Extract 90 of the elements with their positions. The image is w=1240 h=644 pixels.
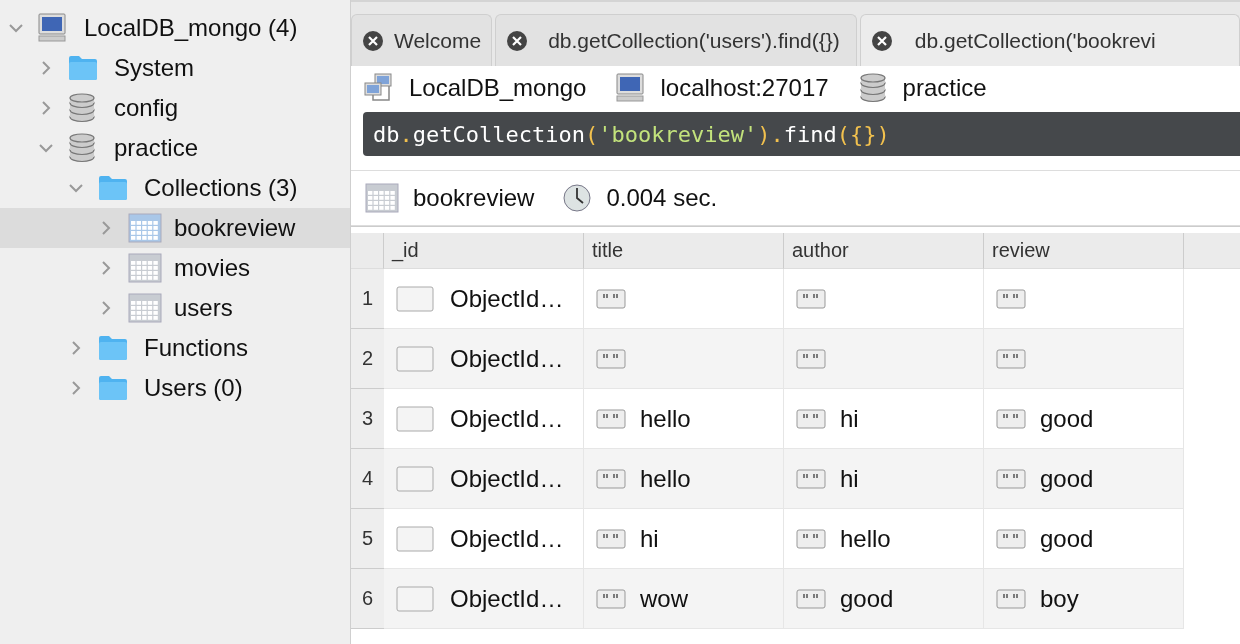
quote-icon: [596, 408, 626, 429]
table-cell: ObjectId…: [384, 449, 584, 509]
row-number: 6: [351, 569, 384, 629]
tree-item[interactable]: config: [0, 88, 350, 128]
object-icon: [396, 525, 434, 552]
quote-icon: [796, 588, 826, 609]
tree-item[interactable]: System: [0, 48, 350, 88]
folder-icon: [68, 55, 98, 81]
table-cell: good: [984, 509, 1184, 569]
server-name: LocalDB_mongo: [409, 74, 587, 102]
table-cell: hi: [784, 449, 984, 509]
quote-icon: [596, 588, 626, 609]
table-cell: hi: [584, 509, 784, 569]
clock-icon: [562, 183, 593, 213]
column-header[interactable]: author: [784, 233, 984, 269]
quote-icon: [996, 588, 1026, 609]
table-cell: ObjectId…: [384, 329, 584, 389]
table-icon: [128, 213, 162, 243]
row-number: 4: [351, 449, 384, 509]
quote-icon: [996, 408, 1026, 429]
quote-icon: [596, 288, 626, 309]
quote-icon: [796, 468, 826, 489]
tree-item[interactable]: Collections (3): [0, 168, 350, 208]
quote-icon: [796, 348, 826, 369]
folder-icon: [98, 175, 128, 201]
quote-icon: [996, 528, 1026, 549]
table-cell: good: [984, 449, 1184, 509]
computer-icon: [616, 73, 645, 103]
tab[interactable]: db.getCollection('users').find({}): [495, 14, 857, 66]
tree-item[interactable]: users: [0, 288, 350, 328]
quote-icon: [596, 468, 626, 489]
column-header[interactable]: _id: [384, 233, 584, 269]
query-editor[interactable]: db.getCollection('bookreview').find({}): [363, 112, 1240, 156]
table-cell: ObjectId…: [384, 389, 584, 449]
quote-icon: [996, 468, 1026, 489]
header-filler: [1184, 233, 1240, 269]
quote-icon: [796, 408, 826, 429]
object-icon: [396, 345, 434, 372]
database-icon: [68, 133, 96, 163]
query-time: 0.004 sec.: [606, 184, 718, 212]
object-icon: [396, 585, 434, 612]
quote-icon: [596, 348, 626, 369]
table-cell: ObjectId…: [384, 569, 584, 629]
column-header[interactable]: title: [584, 233, 784, 269]
row-number: 2: [351, 329, 384, 389]
table-icon: [128, 253, 162, 283]
table-cell: hello: [584, 389, 784, 449]
table-cell: hi: [784, 389, 984, 449]
object-icon: [396, 285, 434, 312]
table-cell: good: [784, 569, 984, 629]
host-address: localhost:27017: [660, 74, 829, 102]
object-icon: [396, 465, 434, 492]
folder-icon: [98, 335, 128, 361]
network-icon: [363, 73, 393, 103]
row-number: 1: [351, 269, 384, 329]
object-icon: [396, 405, 434, 432]
table-icon: [128, 293, 162, 323]
collection-name: bookreview: [413, 184, 535, 212]
table-cell: hello: [784, 509, 984, 569]
tree-item[interactable]: practice: [0, 128, 350, 168]
close-icon: [870, 29, 893, 52]
close-icon: [362, 29, 384, 52]
database-icon: [858, 73, 887, 103]
table-cell: hello: [584, 449, 784, 509]
tree-item[interactable]: Users (0): [0, 368, 350, 408]
table-cell: wow: [584, 569, 784, 629]
table-cell: good: [984, 389, 1184, 449]
tree-item[interactable]: LocalDB_mongo (4): [0, 8, 350, 48]
tree-item[interactable]: movies: [0, 248, 350, 288]
column-header[interactable]: review: [984, 233, 1184, 269]
close-icon: [506, 29, 529, 52]
quote-icon: [796, 528, 826, 549]
quote-icon: [596, 528, 626, 549]
quote-icon: [996, 288, 1026, 309]
tree-item[interactable]: Functions: [0, 328, 350, 368]
table-icon: [365, 183, 399, 213]
database-icon: [68, 93, 96, 123]
table-cell: ObjectId…: [384, 509, 584, 569]
quote-icon: [996, 348, 1026, 369]
row-number: 3: [351, 389, 384, 449]
table-cell: boy: [984, 569, 1184, 629]
table-cell: ObjectId…: [384, 269, 584, 329]
tab[interactable]: Welcome: [351, 14, 493, 66]
database-name: practice: [902, 74, 987, 102]
computer-icon: [38, 13, 66, 43]
row-number: 5: [351, 509, 384, 569]
tab[interactable]: db.getCollection('bookrevi: [859, 14, 1240, 66]
folder-icon: [98, 375, 128, 401]
quote-icon: [796, 288, 826, 309]
tree-item[interactable]: bookreview: [0, 208, 350, 248]
